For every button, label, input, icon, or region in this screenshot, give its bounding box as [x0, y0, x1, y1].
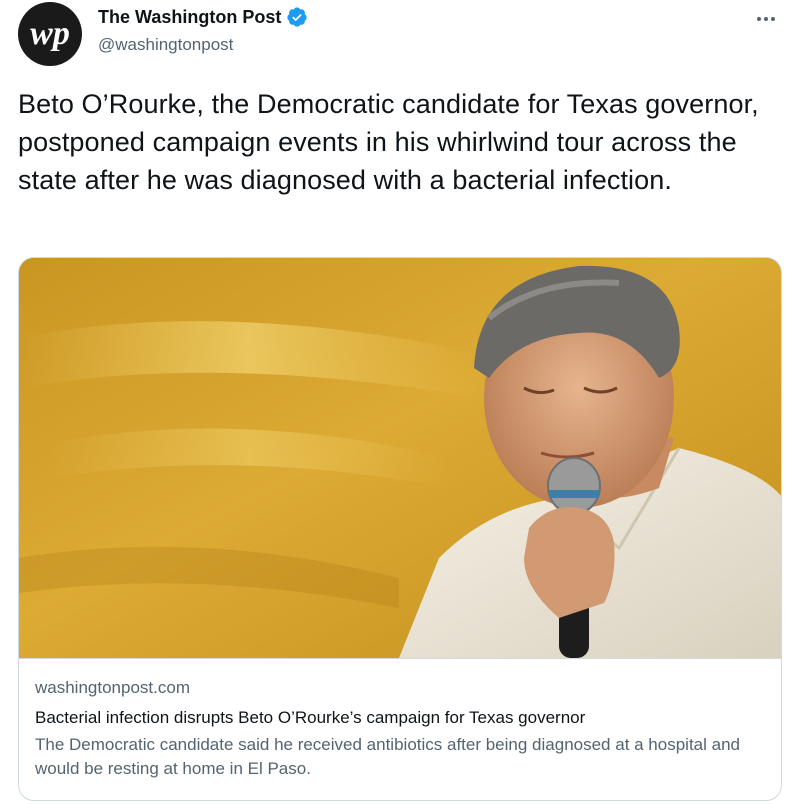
- card-photo: [19, 258, 781, 658]
- card-title: Bacterial infection disrupts Beto O’Rour…: [35, 708, 586, 727]
- tweet-text: Beto O’Rourke, the Democratic candidate …: [18, 89, 759, 195]
- author-handle[interactable]: @washingtonpost: [98, 34, 233, 56]
- svg-text:wp: wp: [30, 15, 70, 52]
- author-display-name[interactable]: The Washington Post: [98, 6, 281, 28]
- link-card[interactable]: washingtonpost.com Bacterial infection d…: [18, 257, 782, 801]
- more-options-button[interactable]: [751, 4, 781, 34]
- card-body: washingtonpost.com Bacterial infection d…: [19, 658, 781, 800]
- card-description: The Democratic candidate said he receive…: [35, 735, 740, 778]
- author-name-row: The Washington Post: [98, 6, 308, 28]
- verified-badge-icon: [287, 7, 307, 27]
- tweet: wp The Washington Post @washingtonpost B…: [0, 0, 789, 804]
- more-horizontal-icon: [757, 17, 775, 21]
- washington-post-logo-icon: wp: [30, 15, 70, 52]
- card-image: [19, 258, 781, 658]
- avatar[interactable]: wp: [18, 2, 82, 66]
- card-domain: washingtonpost.com: [35, 678, 190, 697]
